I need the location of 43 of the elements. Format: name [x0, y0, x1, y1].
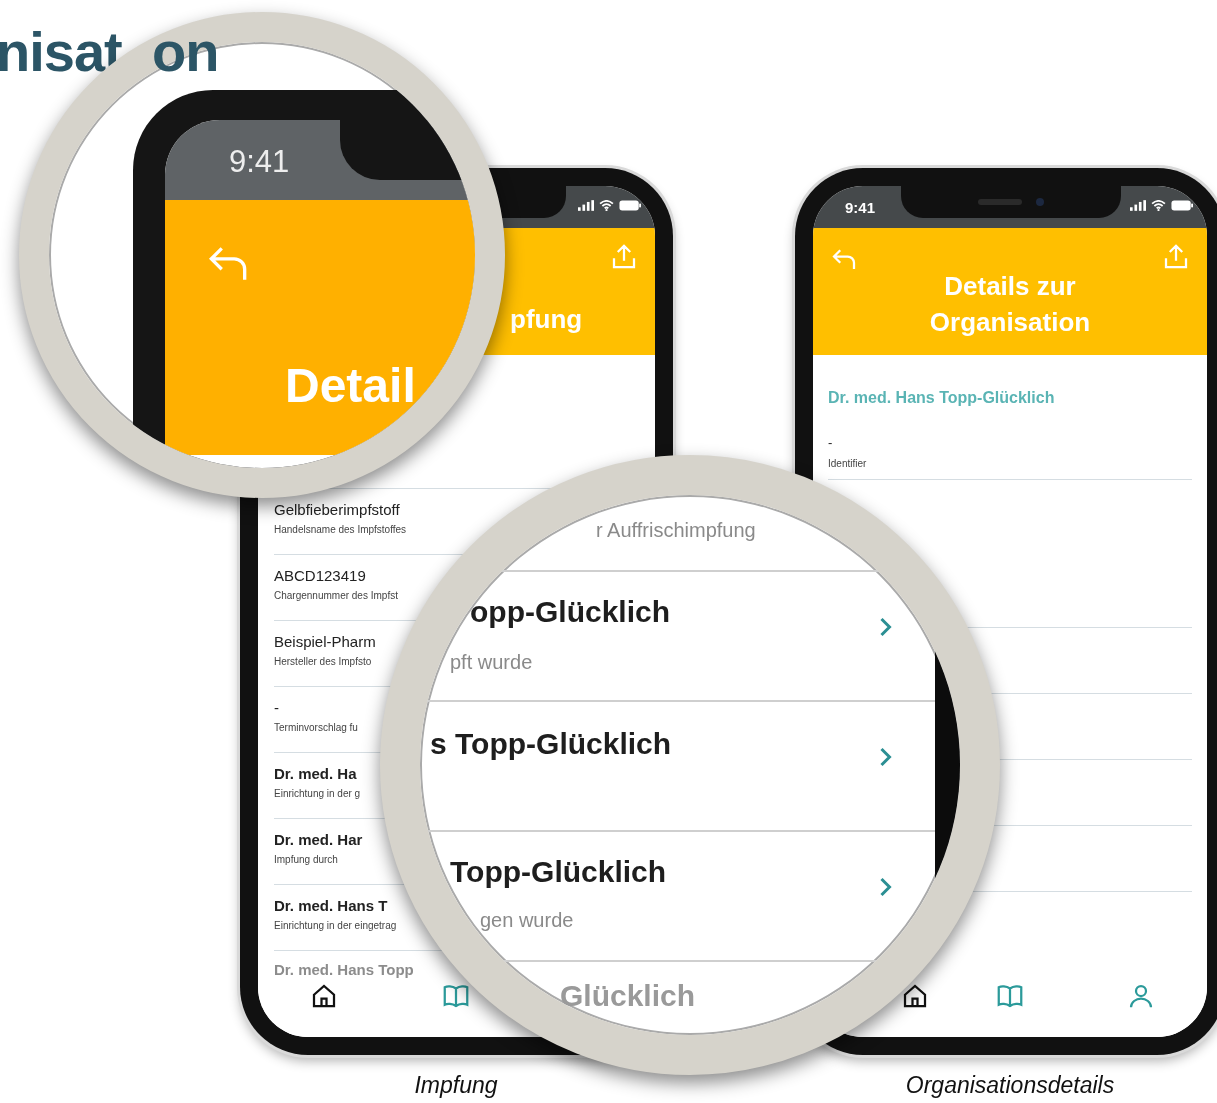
field-label: gen wurde — [480, 909, 574, 932]
caption: Organisationsdetails — [904, 1072, 1116, 1099]
battery-icon — [1171, 200, 1193, 211]
chevron-icon[interactable] — [879, 877, 892, 897]
organisation-name: Dr. med. Hans Topp-Glücklich — [828, 389, 1055, 407]
field-value: Dr. med. Hans Topp — [274, 961, 414, 978]
screen-title: Details zur Organisation — [928, 270, 1092, 339]
screen-title: Detail — [285, 358, 416, 413]
field-label: r Auffrischimpfung — [596, 519, 756, 542]
battery-icon — [619, 200, 641, 211]
caption: Impfung — [413, 1072, 499, 1099]
field-value: ABCD123419 — [274, 567, 366, 584]
status-time: 9:41 — [229, 144, 290, 180]
signal-icon — [578, 200, 594, 211]
field-value: Dr. med. Hans T — [274, 897, 388, 914]
field-value: - — [828, 435, 833, 450]
field-label: pft wurde — [450, 651, 533, 674]
field-value: s Topp-Glücklich — [430, 727, 672, 761]
field-value: Beispiel-Pharm — [274, 633, 376, 650]
field-label: Einrichtung in der g — [274, 788, 361, 799]
field-value: - — [274, 699, 279, 716]
field-label: Hersteller des Impfsto — [274, 656, 372, 667]
heading-text: on — [152, 24, 219, 80]
wifi-icon — [599, 200, 614, 211]
chevron-icon[interactable] — [879, 617, 892, 637]
signal-icon — [1130, 200, 1146, 211]
field-value: Dr. med. Har — [274, 831, 363, 848]
field-value: opp-Glücklich — [470, 595, 670, 629]
chevron-icon[interactable] — [879, 747, 892, 767]
field-label: Impfung durch — [274, 854, 338, 865]
field-label: Handelsname des Impfstoffes — [274, 524, 407, 535]
field-value: Topp-Glücklich — [450, 855, 667, 889]
wifi-icon — [1151, 200, 1166, 211]
status-time: 9:41 — [845, 198, 876, 216]
field-label: Identifier — [828, 458, 867, 469]
field-label: Einrichtung in der eingetrag — [274, 920, 397, 931]
field-value: Gelbfieberimpfstoff — [274, 501, 400, 518]
field-value: Dr. med. Ha — [274, 765, 357, 782]
field-label: Terminvorschlag fu — [274, 722, 358, 733]
field-label: Chargennummer des Impfst — [274, 590, 398, 601]
screen-title: pfung — [510, 304, 583, 335]
heading-text: nisat — [0, 24, 122, 80]
field-value: Glücklich — [560, 979, 696, 1013]
